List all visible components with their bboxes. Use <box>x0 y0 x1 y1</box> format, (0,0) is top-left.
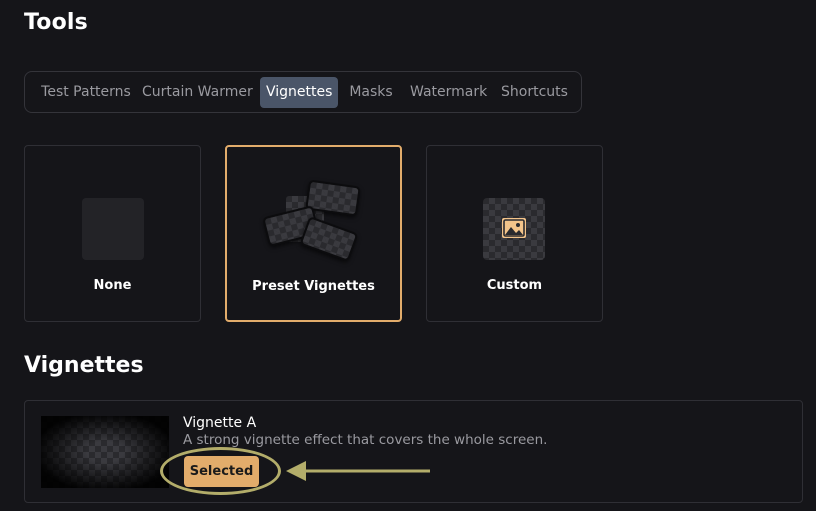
image-icon <box>502 218 526 238</box>
tab-test-patterns[interactable]: Test Patterns <box>30 77 142 108</box>
vignette-name: Vignette A <box>183 415 257 431</box>
option-label: Preset Vignettes <box>252 279 375 294</box>
tab-vignettes[interactable]: Vignettes <box>260 77 338 108</box>
page-title: Tools <box>24 10 88 35</box>
section-title: Vignettes <box>24 353 144 378</box>
selected-button[interactable]: Selected <box>184 456 259 487</box>
option-label: Custom <box>486 278 543 293</box>
option-card-preset-vignettes[interactable]: Preset Vignettes <box>225 145 402 322</box>
tab-watermark[interactable]: Watermark <box>404 77 490 108</box>
blank-thumbnail-icon <box>82 198 144 260</box>
option-card-custom[interactable]: Custom <box>426 145 603 322</box>
vignette-thumbnail <box>41 416 169 488</box>
vignette-list-item[interactable]: Vignette A A strong vignette effect that… <box>24 400 803 503</box>
tab-shortcuts[interactable]: Shortcuts <box>495 77 574 108</box>
custom-thumbnail <box>483 198 545 260</box>
arrow-left-icon <box>286 461 430 481</box>
vignette-description: A strong vignette effect that covers the… <box>183 432 548 448</box>
option-label: None <box>93 278 132 293</box>
tab-curtain-warmer[interactable]: Curtain Warmer <box>136 77 257 108</box>
tab-masks[interactable]: Masks <box>343 77 399 108</box>
stacked-vignettes-icon <box>261 177 371 267</box>
option-card-none[interactable]: None <box>24 145 201 322</box>
tools-tab-bar: Test Patterns Curtain Warmer Vignettes M… <box>24 71 582 113</box>
